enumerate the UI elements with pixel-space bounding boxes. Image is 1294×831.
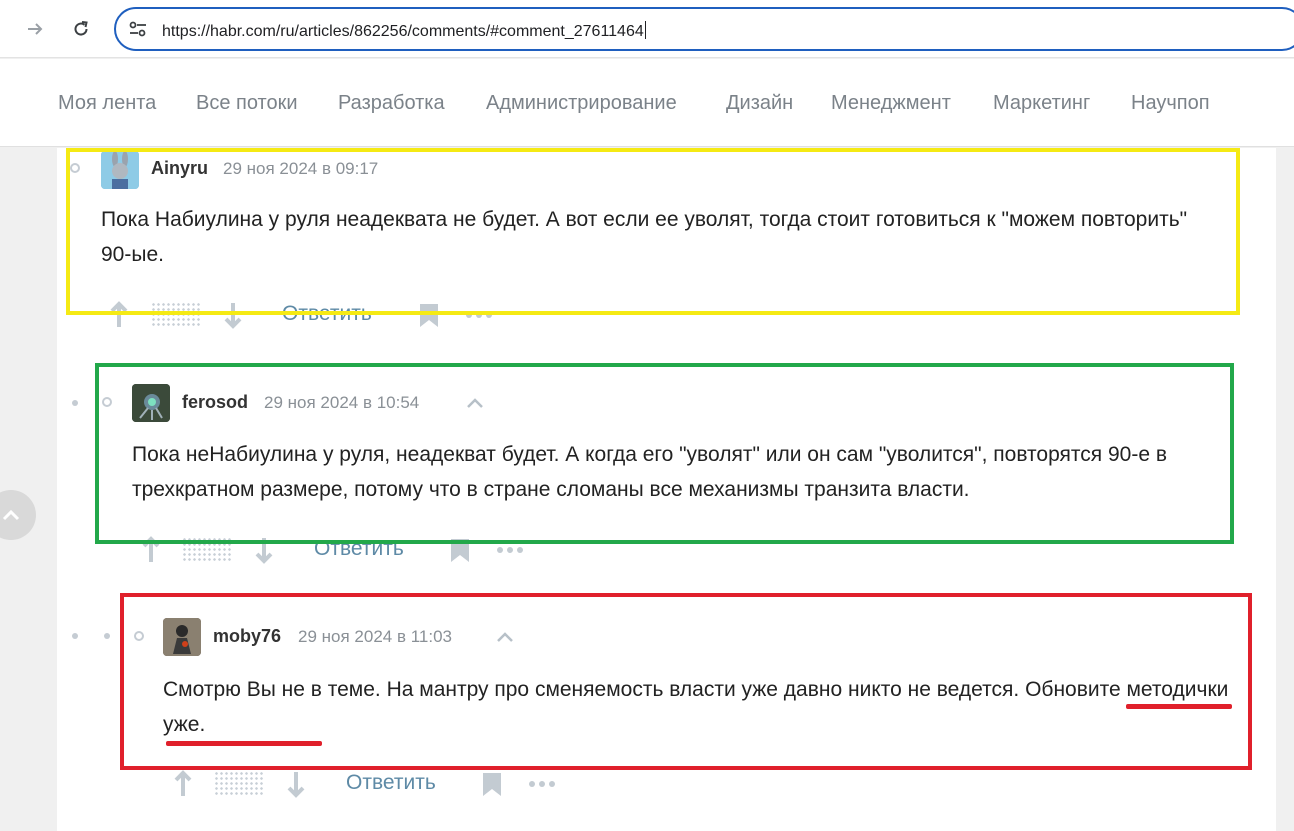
avatar[interactable] (101, 151, 139, 189)
hub-my-feed[interactable]: Моя лента (58, 92, 156, 115)
thread-dot (104, 633, 110, 639)
tune-icon[interactable] (128, 20, 148, 38)
comment-actions: Ответить (140, 535, 540, 565)
text-caret (644, 21, 646, 39)
hub-administration[interactable]: Администрирование (486, 92, 677, 115)
thread-dot (72, 633, 78, 639)
url-input[interactable]: https://habr.com/ru/articles/862256/comm… (162, 21, 646, 41)
comment-author[interactable]: Ainyru (151, 158, 208, 179)
comment-author[interactable]: moby76 (213, 626, 281, 647)
score-placeholder (151, 302, 201, 328)
reply-link[interactable]: Ответить (346, 771, 436, 795)
more-icon[interactable] (464, 300, 494, 330)
vote-up-icon[interactable] (172, 769, 194, 799)
comment-text: Пока Набиулина у руля неадеквата не буде… (101, 208, 1188, 266)
bookmark-icon[interactable] (418, 300, 440, 330)
browser-toolbar: https://habr.com/ru/articles/862256/comm… (0, 0, 1294, 58)
chevron-up-icon[interactable] (495, 630, 515, 644)
forward-button[interactable] (20, 14, 50, 44)
page-gutter (0, 148, 57, 831)
vote-up-icon[interactable] (140, 535, 162, 565)
hubs-nav: Моя лента Все потоки Разработка Админист… (0, 59, 1294, 147)
comment-date[interactable]: 29 ноя 2024 в 09:17 (223, 159, 378, 179)
arrow-right-icon (28, 23, 43, 35)
hub-all-streams[interactable]: Все потоки (196, 92, 298, 115)
hub-popsci[interactable]: Научпоп (1131, 92, 1210, 115)
reply-link[interactable]: Ответить (282, 302, 372, 326)
scroll-up-button[interactable] (0, 490, 36, 540)
reload-icon (74, 21, 88, 36)
underline-mark (166, 741, 322, 746)
bookmark-icon[interactable] (449, 535, 471, 565)
avatar-rabbit-image (101, 151, 139, 189)
avatar[interactable] (132, 384, 170, 422)
comment-text: Смотрю Вы не в теме. На мантру про сменя… (163, 672, 1243, 742)
address-bar[interactable]: https://habr.com/ru/articles/862256/comm… (114, 7, 1294, 51)
comment-text-end: . (199, 713, 206, 736)
comment-date[interactable]: 29 ноя 2024 в 10:54 (264, 393, 419, 413)
hub-marketing[interactable]: Маркетинг (993, 92, 1090, 115)
more-icon[interactable] (527, 769, 557, 799)
comment-actions: Ответить (108, 300, 508, 330)
avatar-creature-image (132, 384, 170, 422)
vote-down-icon[interactable] (222, 300, 244, 330)
thread-marker (70, 163, 80, 173)
hub-development[interactable]: Разработка (338, 92, 445, 115)
comment-author[interactable]: ferosod (182, 392, 248, 413)
vote-up-icon[interactable] (108, 300, 130, 330)
chevron-up-icon[interactable] (465, 396, 485, 410)
more-icon[interactable] (495, 535, 525, 565)
thread-marker (102, 397, 112, 407)
score-placeholder (214, 771, 264, 797)
score-placeholder (182, 537, 232, 563)
comment-date[interactable]: 29 ноя 2024 в 11:03 (298, 627, 452, 647)
hub-design[interactable]: Дизайн (726, 92, 793, 115)
comment-actions: Ответить (172, 769, 572, 799)
reply-link[interactable]: Ответить (314, 537, 404, 561)
avatar[interactable] (163, 618, 201, 656)
thread-dot (72, 400, 78, 406)
vote-down-icon[interactable] (285, 769, 307, 799)
hub-management[interactable]: Менеджмент (831, 92, 951, 115)
underline-mark (1126, 704, 1232, 709)
thread-marker (134, 631, 144, 641)
vote-down-icon[interactable] (253, 535, 275, 565)
avatar-warrior-image (163, 618, 201, 656)
comment-text-main: Смотрю Вы не в теме. На мантру про сменя… (163, 678, 1020, 701)
chevron-up-icon (2, 509, 20, 521)
reload-button[interactable] (66, 14, 96, 44)
comment-text: Пока неНабиулина у руля, неадекват будет… (132, 443, 1168, 501)
bookmark-icon[interactable] (481, 769, 503, 799)
